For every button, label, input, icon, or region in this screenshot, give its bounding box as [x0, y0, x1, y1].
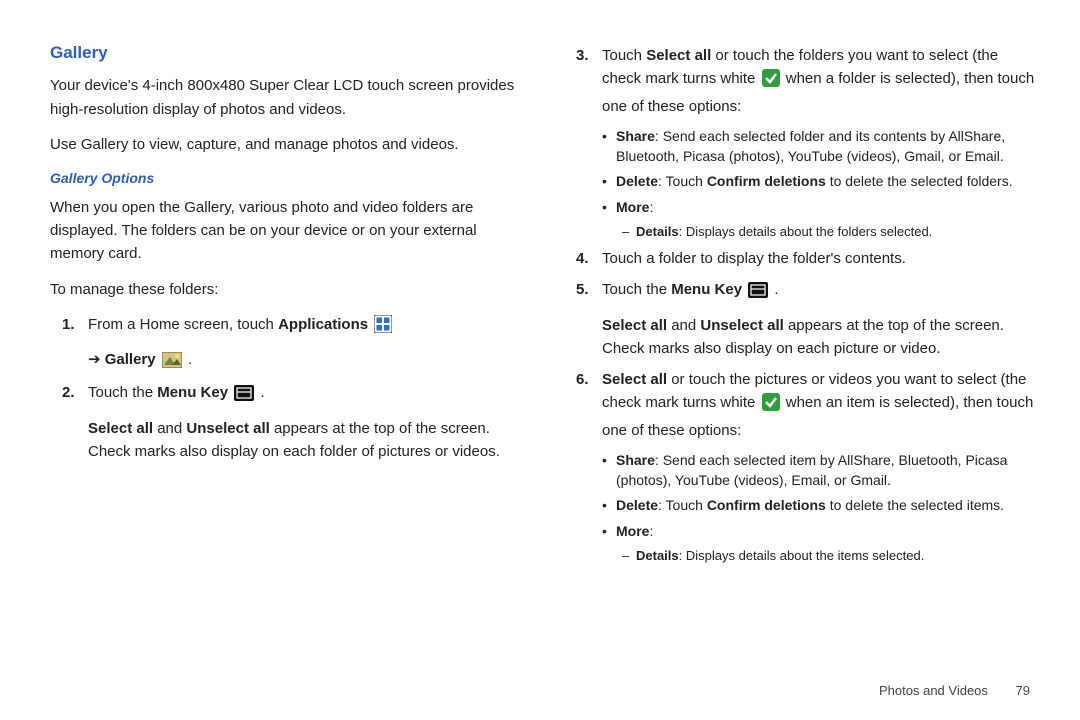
gallery-word: Gallery: [105, 351, 156, 368]
t: .: [256, 384, 264, 401]
t: : Touch: [658, 173, 707, 189]
arrow: ➔: [88, 351, 101, 368]
menu-key-icon: [748, 282, 768, 305]
bold: Select all: [602, 317, 667, 334]
step-text: From a Home screen, touch Applications: [88, 313, 526, 340]
step-text: Touch the Menu Key .: [88, 381, 526, 408]
step-number: 3.: [576, 44, 602, 118]
right-column: 3. Touch Select all or touch the folders…: [564, 40, 1040, 670]
step-2-body: Select all and Unselect all appears at t…: [50, 417, 526, 464]
step-text: Select all or touch the pictures or vide…: [602, 368, 1040, 442]
step-4: 4. Touch a folder to display the folder'…: [564, 247, 1040, 270]
gallery-icon: [162, 352, 182, 375]
dash: –: [622, 546, 636, 566]
dash-details: – Details: Displays details about the fo…: [564, 222, 1040, 242]
page-footer: Photos and Videos 79: [879, 683, 1030, 698]
bold: Select all: [602, 371, 667, 388]
bullet-more: • More:: [564, 197, 1040, 217]
t: : Send each selected folder and its cont…: [616, 128, 1005, 164]
menu-key-icon: [234, 385, 254, 408]
t: : Touch: [658, 497, 707, 513]
manual-page: Gallery Your device's 4-inch 800x480 Sup…: [0, 0, 1080, 680]
t: Touch: [602, 47, 646, 64]
t: Touch the: [88, 384, 157, 401]
step-1: 1. From a Home screen, touch Application…: [50, 313, 526, 340]
left-column: Gallery Your device's 4-inch 800x480 Sup…: [50, 40, 526, 670]
bullet-dot: •: [602, 521, 616, 541]
t: .: [770, 281, 778, 298]
step-5: 5. Touch the Menu Key .: [564, 278, 1040, 305]
step-3: 3. Touch Select all or touch the folders…: [564, 44, 1040, 118]
footer-section: Photos and Videos: [879, 683, 988, 698]
bold: Select all: [646, 47, 711, 64]
bullet-dot: •: [602, 197, 616, 217]
step-number: 5.: [576, 278, 602, 305]
step-2: 2. Touch the Menu Key .: [50, 381, 526, 408]
applications-icon: [374, 315, 392, 340]
checkmark-icon: [762, 69, 780, 94]
checkmark-icon: [762, 393, 780, 418]
t: : Displays details about the items selec…: [679, 548, 925, 563]
t: : Send each selected item by AllShare, B…: [616, 452, 1007, 488]
bold: Confirm deletions: [707, 497, 826, 513]
step-5-body: Select all and Unselect all appears at t…: [564, 314, 1040, 361]
manage-text: To manage these folders:: [50, 278, 526, 301]
t: to delete the selected items.: [826, 497, 1004, 513]
dash-details-6: – Details: Displays details about the it…: [564, 546, 1040, 566]
t: and: [153, 420, 186, 437]
bullet-share: • Share: Send each selected folder and i…: [564, 126, 1040, 167]
subsection-heading: Gallery Options: [50, 168, 526, 190]
bullet-dot: •: [602, 450, 616, 491]
bold: Select all: [88, 420, 153, 437]
step-number: 2.: [62, 381, 88, 408]
t: and: [667, 317, 700, 334]
bold: Details: [636, 548, 679, 563]
step-6: 6. Select all or touch the pictures or v…: [564, 368, 1040, 442]
bold: Menu Key: [157, 384, 228, 401]
bold: More: [616, 523, 649, 539]
bullet-delete-6: • Delete: Touch Confirm deletions to del…: [564, 495, 1040, 515]
step-text: Touch the Menu Key .: [602, 278, 1040, 305]
step-number: 6.: [576, 368, 602, 442]
step-number: 4.: [576, 247, 602, 270]
page-number: 79: [1016, 683, 1030, 698]
bullet-delete: • Delete: Touch Confirm deletions to del…: [564, 171, 1040, 191]
bold: Share: [616, 452, 655, 468]
use-text: Use Gallery to view, capture, and manage…: [50, 133, 526, 156]
bold: More: [616, 199, 649, 215]
step-text: Touch a folder to display the folder's c…: [602, 247, 1040, 270]
step-text: Touch Select all or touch the folders yo…: [602, 44, 1040, 118]
bold: Menu Key: [671, 281, 742, 298]
t: Touch the: [602, 281, 671, 298]
bold: Delete: [616, 173, 658, 189]
bullet-more-6: • More:: [564, 521, 1040, 541]
bullet-dot: •: [602, 495, 616, 515]
arrow-line: ➔ Gallery .: [50, 348, 526, 375]
section-heading: Gallery: [50, 40, 526, 66]
bold: Unselect all: [700, 317, 783, 334]
t: From a Home screen, touch: [88, 316, 278, 333]
bullet-dot: •: [602, 171, 616, 191]
bold: Unselect all: [186, 420, 269, 437]
step-number: 1.: [62, 313, 88, 340]
t: .: [184, 351, 192, 368]
bullet-share-6: • Share: Send each selected item by AllS…: [564, 450, 1040, 491]
t: to delete the selected folders.: [826, 173, 1013, 189]
intro-text: Your device's 4-inch 800x480 Super Clear…: [50, 74, 526, 121]
open-text: When you open the Gallery, various photo…: [50, 196, 526, 266]
t: : Displays details about the folders sel…: [679, 224, 933, 239]
dash: –: [622, 222, 636, 242]
bold: Applications: [278, 316, 368, 333]
bold: Delete: [616, 497, 658, 513]
bold: Confirm deletions: [707, 173, 826, 189]
bullet-dot: •: [602, 126, 616, 167]
bold: Details: [636, 224, 679, 239]
bold: Share: [616, 128, 655, 144]
